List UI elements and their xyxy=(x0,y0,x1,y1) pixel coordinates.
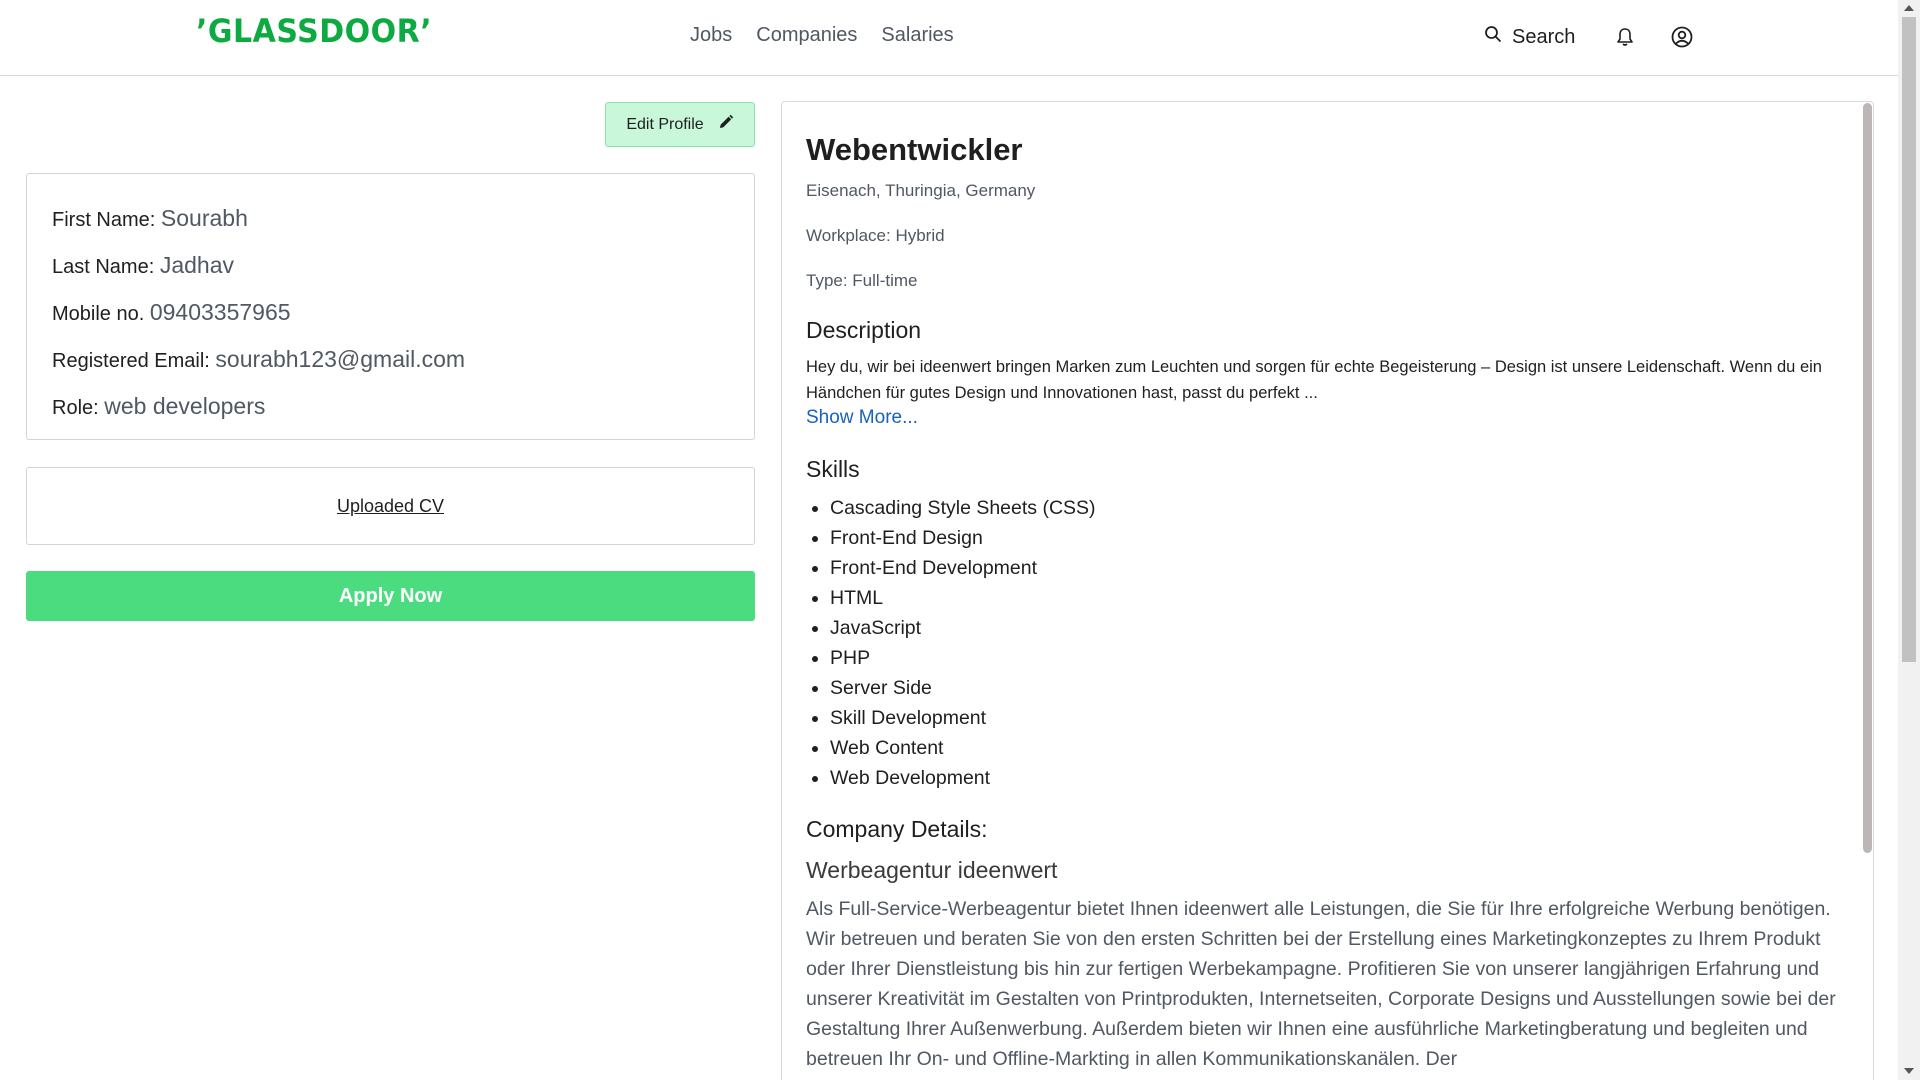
apply-now-button[interactable]: Apply Now xyxy=(26,571,755,621)
description-heading: Description xyxy=(806,317,922,343)
header-actions: Search xyxy=(1484,24,1695,50)
panel-scrollbar[interactable] xyxy=(1863,103,1872,853)
first-name-label: First Name: xyxy=(52,209,156,231)
skill-item: Cascading Style Sheets (CSS) xyxy=(830,493,1096,523)
search-label: Search xyxy=(1512,25,1576,48)
job-location: Eisenach, Thuringia, Germany xyxy=(806,181,1036,200)
job-title: Webentwickler xyxy=(806,132,1023,167)
pencil-icon xyxy=(718,114,734,135)
job-workplace: Workplace: Hybrid xyxy=(806,226,945,245)
top-header: ’GLASSDOOR’ Jobs Companies Salaries Sear… xyxy=(0,0,1898,76)
skills-list: Cascading Style Sheets (CSS) Front-End D… xyxy=(830,493,1096,793)
nav-companies[interactable]: Companies xyxy=(756,24,857,47)
email-row: Registered Email: sourabh123@gmail.com xyxy=(52,345,729,375)
role-label: Role: xyxy=(52,397,99,419)
email-value: sourabh123@gmail.com xyxy=(215,346,466,372)
skill-item: Server Side xyxy=(830,673,1096,703)
company-name: Werbeagentur ideenwert xyxy=(806,857,1058,883)
company-details-heading: Company Details: xyxy=(806,816,988,842)
glassdoor-logo[interactable]: ’GLASSDOOR’ xyxy=(196,13,432,51)
nav-jobs[interactable]: Jobs xyxy=(690,24,732,47)
search-button[interactable]: Search xyxy=(1484,25,1575,49)
mobile-label: Mobile no. xyxy=(52,303,145,325)
role-value: web developers xyxy=(104,393,266,419)
uploaded-cv-link[interactable]: Uploaded CV xyxy=(337,496,444,517)
bell-icon[interactable] xyxy=(1613,25,1637,49)
cv-card: Uploaded CV xyxy=(26,467,755,545)
job-details-panel[interactable]: Webentwickler Eisenach, Thuringia, Germa… xyxy=(781,101,1874,1080)
window-scrollbar[interactable] xyxy=(1898,0,1920,1080)
skill-item: Web Content xyxy=(830,733,1096,763)
nav-salaries[interactable]: Salaries xyxy=(881,24,953,47)
skill-item: Web Development xyxy=(830,763,1096,793)
job-type: Type: Full-time xyxy=(806,271,918,290)
search-icon xyxy=(1484,25,1502,49)
scroll-down-arrow-icon[interactable] xyxy=(1904,1068,1914,1074)
job-description: Hey du, wir bei ideenwert bringen Marken… xyxy=(806,358,1822,402)
role-row: Role: web developers xyxy=(52,392,729,422)
skill-item: Skill Development xyxy=(830,703,1096,733)
email-label: Registered Email: xyxy=(52,350,210,372)
first-name-row: First Name: Sourabh xyxy=(52,204,729,234)
skill-item: PHP xyxy=(830,643,1096,673)
edit-profile-label: Edit Profile xyxy=(626,115,704,133)
window-scroll-thumb[interactable] xyxy=(1902,17,1916,662)
profile-card: First Name: Sourabh Last Name: Jadhav Mo… xyxy=(26,173,755,440)
skill-item: Front-End Design xyxy=(830,523,1096,553)
scroll-up-arrow-icon[interactable] xyxy=(1904,5,1914,11)
mobile-row: Mobile no. 09403357965 xyxy=(52,298,729,328)
show-more-link[interactable]: Show More... xyxy=(806,407,918,429)
skills-heading: Skills xyxy=(806,456,860,482)
first-name-value: Sourabh xyxy=(160,205,248,231)
account-icon[interactable] xyxy=(1669,24,1695,50)
skill-item: HTML xyxy=(830,583,1096,613)
mobile-value: 09403357965 xyxy=(149,299,291,325)
company-description: Als Full-Service-Werbeagentur bietet Ihn… xyxy=(806,898,1836,1070)
skill-item: JavaScript xyxy=(830,613,1096,643)
main-nav: Jobs Companies Salaries xyxy=(690,24,954,47)
last-name-row: Last Name: Jadhav xyxy=(52,251,729,281)
edit-profile-button[interactable]: Edit Profile xyxy=(605,102,755,147)
skill-item: Front-End Development xyxy=(830,553,1096,583)
last-name-value: Jadhav xyxy=(159,252,234,278)
last-name-label: Last Name: xyxy=(52,256,155,278)
